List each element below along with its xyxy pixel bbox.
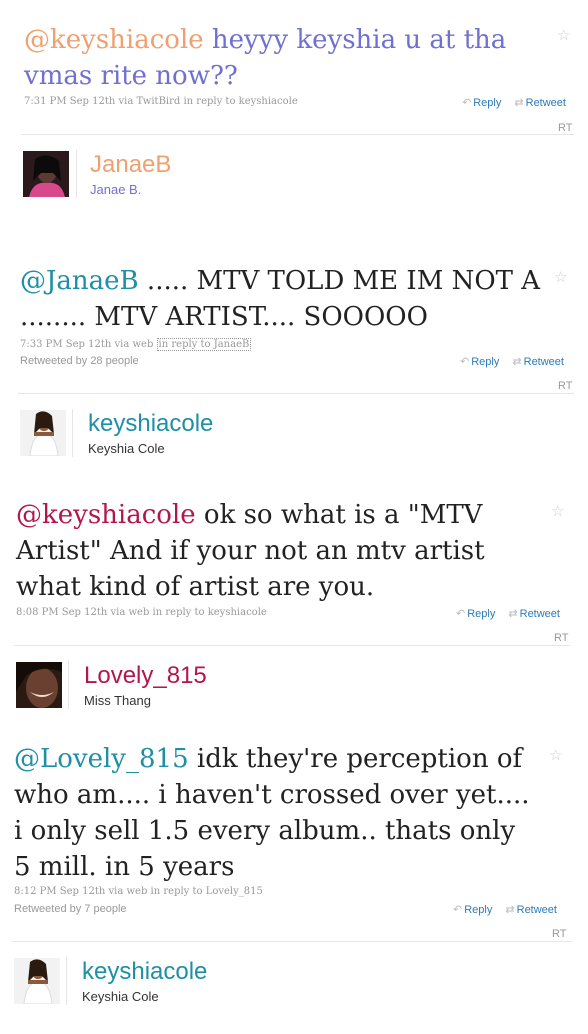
avatar-divider [66, 957, 67, 1005]
mention-link[interactable]: @Lovely_815 [14, 744, 189, 774]
tweet-actions: ↶ Reply ⇄ Retweet [462, 96, 566, 109]
tweet-actions: ↶ Reply ⇄ Retweet [460, 355, 564, 368]
in-reply-to-link[interactable]: in reply to keyshiacole [183, 96, 297, 107]
avatar[interactable] [16, 662, 62, 708]
tweet-meta: 8:08 PM Sep 12th via web in reply to key… [16, 607, 267, 618]
author-username[interactable]: keyshiacole [88, 410, 213, 438]
separator [12, 941, 572, 942]
tweet-text: @Lovely_815 idk they're perception of wh… [14, 741, 534, 885]
separator [22, 134, 574, 135]
avatar-divider [68, 661, 69, 709]
mention-link[interactable]: @keyshiacole [24, 25, 204, 55]
avatar[interactable] [14, 958, 60, 1004]
avatar-divider [72, 409, 73, 457]
reply-icon[interactable]: ↶ [460, 356, 469, 368]
retweet-icon[interactable]: ⇄ [508, 608, 517, 620]
avatar[interactable] [20, 410, 66, 456]
tweet-timestamp[interactable]: 7:33 PM Sep 12th via web [20, 339, 157, 350]
tweet-meta: 8:12 PM Sep 12th via web in reply to Lov… [14, 886, 263, 897]
tweet-actions: ↶ Reply ⇄ Retweet [453, 903, 557, 916]
reply-button[interactable]: Reply [473, 97, 501, 109]
avatar-divider [76, 150, 77, 198]
in-reply-to-link[interactable]: in reply to JanaeB [156, 338, 252, 351]
rt-label[interactable]: RT [558, 122, 572, 134]
retweet-button[interactable]: Retweet [524, 356, 564, 368]
mention-link[interactable]: @JanaeB [20, 266, 139, 296]
author-fullname: Miss Thang [84, 693, 151, 708]
tweet-text: @keyshiacole heyyy keyshia u at tha vmas… [24, 22, 544, 94]
reply-icon[interactable]: ↶ [453, 904, 462, 916]
reply-button[interactable]: Reply [464, 904, 492, 916]
retweet-button[interactable]: Retweet [526, 97, 566, 109]
tweet-actions: ↶ Reply ⇄ Retweet [456, 607, 560, 620]
in-reply-to-link[interactable]: in reply to keyshiacole [153, 607, 267, 618]
retweet-icon[interactable]: ⇄ [505, 904, 514, 916]
author-fullname: Keyshia Cole [88, 441, 165, 456]
retweet-icon[interactable]: ⇄ [514, 97, 523, 109]
reply-icon[interactable]: ↶ [456, 608, 465, 620]
tweet-text: @keyshiacole ok so what is a "MTV Artist… [16, 497, 526, 605]
tweet-text: @JanaeB ..... MTV TOLD ME IM NOT A .....… [20, 263, 550, 335]
author-username[interactable]: keyshiacole [82, 958, 207, 986]
rt-label[interactable]: RT [552, 928, 566, 940]
separator [18, 393, 574, 394]
author-username[interactable]: Lovely_815 [84, 662, 207, 690]
retweeted-by[interactable]: Retweeted by 7 people [14, 903, 127, 915]
tweet-meta: 7:33 PM Sep 12th via web in reply to Jan… [20, 338, 252, 351]
favorite-star-icon[interactable]: ☆ [551, 502, 564, 520]
author-fullname: Keyshia Cole [82, 989, 159, 1004]
rt-label[interactable]: RT [554, 632, 568, 644]
author-username[interactable]: JanaeB [90, 151, 171, 179]
author-fullname: Janae B. [90, 182, 142, 197]
retweet-button[interactable]: Retweet [517, 904, 557, 916]
favorite-star-icon[interactable]: ☆ [549, 746, 562, 764]
separator [14, 645, 570, 646]
mention-link[interactable]: @keyshiacole [16, 500, 196, 530]
retweet-button[interactable]: Retweet [520, 608, 560, 620]
reply-button[interactable]: Reply [471, 356, 499, 368]
tweet-timestamp[interactable]: 8:08 PM Sep 12th via web [16, 607, 153, 618]
retweeted-by[interactable]: Retweeted by 28 people [20, 355, 139, 367]
favorite-star-icon[interactable]: ☆ [557, 26, 570, 44]
tweet-meta: 7:31 PM Sep 12th via TwitBird in reply t… [24, 96, 298, 107]
reply-button[interactable]: Reply [467, 608, 495, 620]
in-reply-to-link[interactable]: in reply to Lovely_815 [151, 886, 263, 897]
rt-label[interactable]: RT [558, 380, 572, 392]
tweet-timestamp[interactable]: 8:12 PM Sep 12th via web [14, 886, 151, 897]
avatar[interactable] [23, 151, 69, 197]
favorite-star-icon[interactable]: ☆ [554, 268, 567, 286]
reply-icon[interactable]: ↶ [462, 97, 471, 109]
tweet-timestamp[interactable]: 7:31 PM Sep 12th via TwitBird [24, 96, 183, 107]
retweet-icon[interactable]: ⇄ [512, 356, 521, 368]
